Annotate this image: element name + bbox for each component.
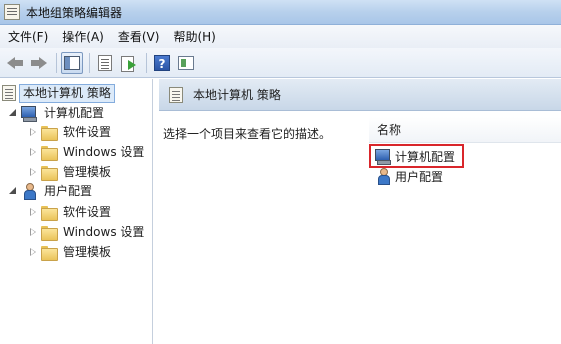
item-description: 选择一个项目来查看它的描述。	[163, 127, 332, 141]
title-bar: 本地组策略编辑器	[0, 0, 561, 25]
tree-item-software-settings[interactable]: 软件设置	[28, 122, 115, 142]
menu-bar: 文件(F) 操作(A) 查看(V) 帮助(H)	[0, 25, 561, 48]
column-header-name[interactable]: 名称	[369, 117, 561, 143]
policy-document-icon	[169, 86, 183, 103]
toolbar: ?	[0, 48, 561, 78]
policy-document-icon	[2, 85, 16, 101]
collapsed-arrow-icon[interactable]	[28, 227, 38, 237]
collapsed-arrow-icon[interactable]	[28, 207, 38, 217]
menu-file[interactable]: 文件(F)	[8, 28, 48, 45]
tree-item-label: 用户配置	[44, 183, 93, 198]
user-icon	[375, 168, 391, 185]
tree-item-label: 管理模板	[63, 244, 112, 259]
policy-editor-app-icon	[4, 4, 20, 20]
help-button[interactable]: ?	[151, 52, 173, 74]
collapsed-arrow-icon[interactable]	[28, 167, 38, 177]
computer-icon	[21, 105, 37, 122]
tree-item-user-software-settings[interactable]: 软件设置	[28, 202, 115, 222]
tree-item-user-windows-settings[interactable]: Windows 设置	[28, 222, 148, 242]
tree-item-label: 软件设置	[63, 204, 112, 219]
tree-pane: 本地计算机 策略 计算机配置 软件设置 Windows 设置 管理模板 用户配置…	[0, 79, 153, 344]
toolbar-separator	[89, 52, 90, 73]
tree-item-root[interactable]: 本地计算机 策略	[2, 83, 115, 103]
toolbar-separator	[56, 52, 57, 73]
filter-button[interactable]	[175, 52, 197, 74]
folder-icon	[41, 245, 58, 261]
tree-item-label: 软件设置	[63, 124, 112, 139]
list-item-user-config[interactable]: 用户配置	[375, 167, 443, 185]
export-list-button[interactable]	[118, 52, 140, 74]
folder-icon	[41, 225, 58, 241]
details-pane: 本地计算机 策略 选择一个项目来查看它的描述。 名称 计算机配置 用户配置	[159, 79, 561, 344]
tree-item-admin-templates[interactable]: 管理模板	[28, 162, 115, 182]
show-hide-tree-icon	[64, 55, 80, 70]
window-title: 本地组策略编辑器	[26, 5, 123, 20]
properties-button[interactable]	[94, 52, 116, 74]
tree-item-user-config[interactable]: 用户配置	[8, 181, 96, 201]
folder-icon	[41, 165, 58, 181]
tree-item-windows-settings[interactable]: Windows 设置	[28, 142, 148, 162]
menu-view[interactable]: 查看(V)	[118, 28, 160, 45]
list-item-label: 用户配置	[395, 169, 444, 184]
details-header: 本地计算机 策略	[159, 79, 561, 111]
menu-help[interactable]: 帮助(H)	[173, 28, 215, 45]
filter-icon	[178, 55, 194, 70]
back-icon	[7, 56, 23, 69]
expand-arrow-icon[interactable]	[8, 186, 18, 196]
details-header-title: 本地计算机 策略	[193, 88, 281, 102]
collapsed-arrow-icon[interactable]	[28, 147, 38, 157]
tree-item-user-admin-templates[interactable]: 管理模板	[28, 242, 115, 262]
forward-button[interactable]	[28, 52, 50, 74]
expand-arrow-icon[interactable]	[8, 108, 18, 118]
folder-icon	[41, 205, 58, 221]
toolbar-separator	[146, 52, 147, 73]
forward-icon	[31, 56, 47, 69]
highlight-box	[369, 144, 464, 168]
export-list-icon	[121, 55, 137, 72]
collapsed-arrow-icon[interactable]	[28, 247, 38, 257]
folder-icon	[41, 145, 58, 161]
tree-item-label: 本地计算机 策略	[19, 83, 115, 103]
properties-icon	[98, 54, 112, 71]
user-icon	[21, 183, 37, 200]
collapsed-arrow-icon[interactable]	[28, 127, 38, 137]
help-icon: ?	[154, 54, 170, 71]
column-header-label: 名称	[377, 123, 402, 137]
back-button[interactable]	[4, 52, 26, 74]
tree-item-label: 计算机配置	[44, 105, 105, 120]
menu-action[interactable]: 操作(A)	[62, 28, 104, 45]
show-hide-tree-button[interactable]	[61, 51, 83, 74]
tree-item-label: 管理模板	[63, 164, 112, 179]
tree-item-computer-config[interactable]: 计算机配置	[8, 103, 108, 123]
tree-item-label: Windows 设置	[63, 144, 145, 159]
folder-icon	[41, 125, 58, 141]
tree-item-label: Windows 设置	[63, 224, 145, 239]
